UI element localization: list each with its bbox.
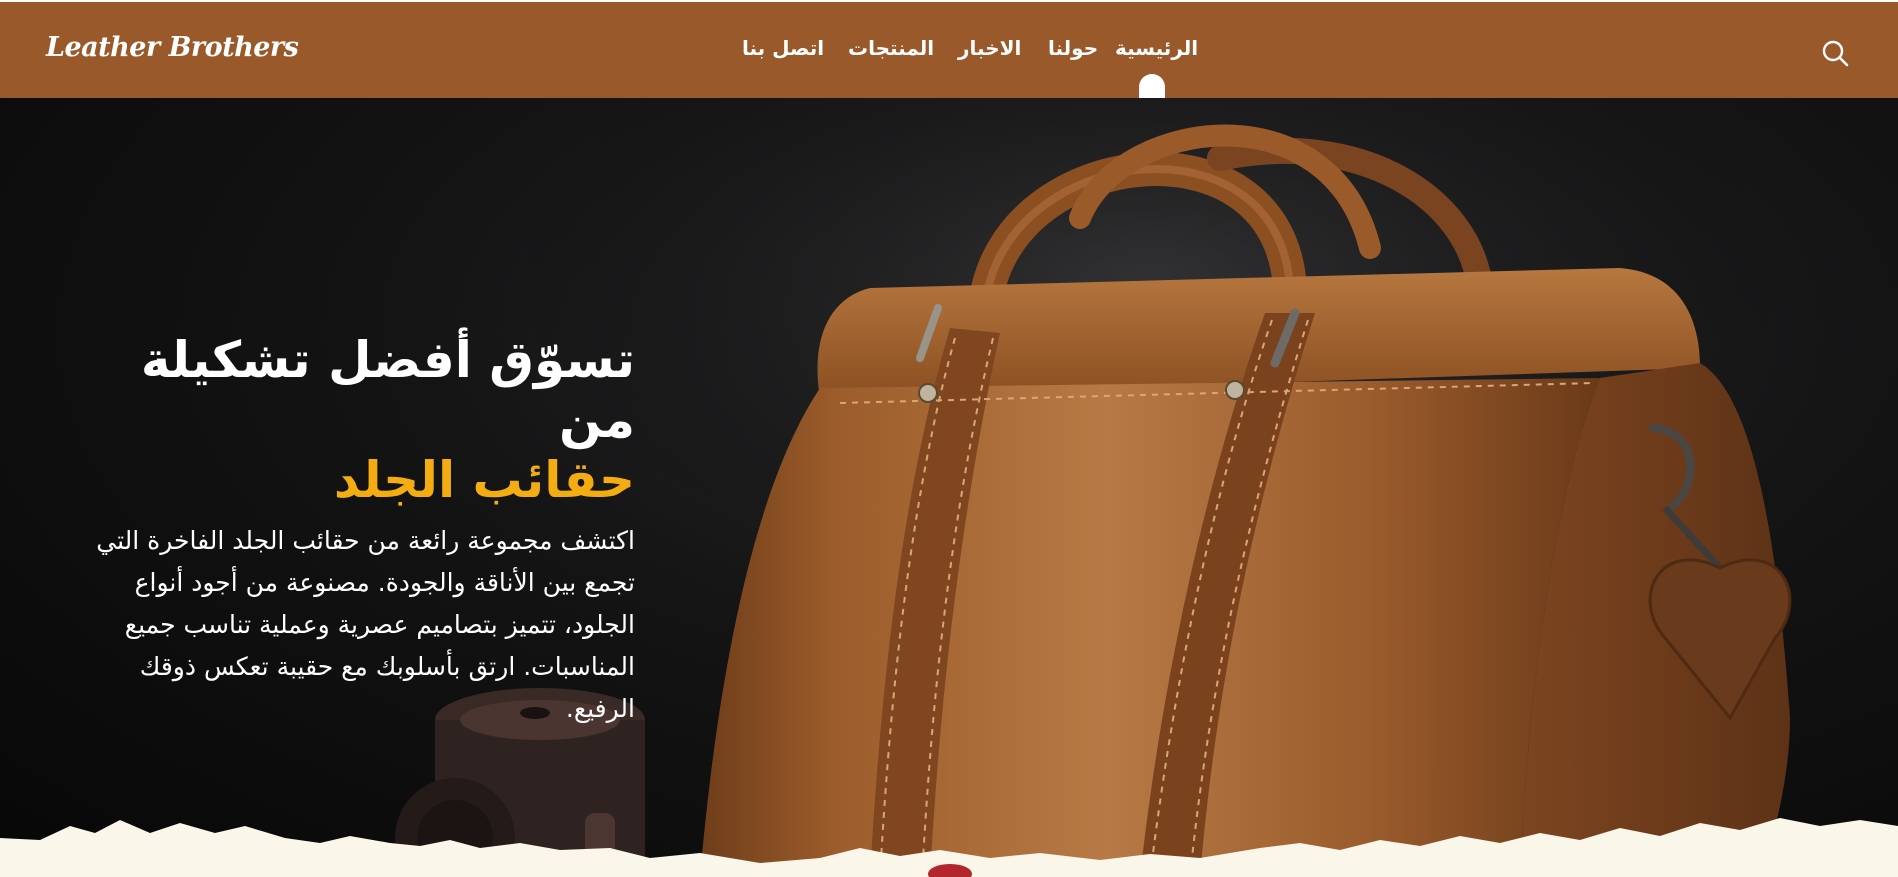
hero-title-highlight: حقائب الجلد <box>333 451 635 509</box>
hero-title: تسوّق أفضل تشكيلة من حقائب الجلد <box>90 330 635 510</box>
nav-item-contact[interactable]: اتصل بنا <box>742 36 824 60</box>
hero-title-line1: تسوّق أفضل تشكيلة من <box>140 331 635 449</box>
nav-item-news[interactable]: الاخبار <box>958 36 1021 60</box>
main-nav: الرئيسية حولنا الاخبار المنتجات اتصل بنا <box>0 36 1898 66</box>
nav-item-home[interactable]: الرئيسية <box>1115 36 1198 60</box>
search-icon <box>1822 40 1849 67</box>
search-button[interactable] <box>1820 38 1850 68</box>
nav-item-about[interactable]: حولنا <box>1048 36 1098 60</box>
active-nav-indicator <box>1139 74 1165 100</box>
hero-description: اكتشف مجموعة رائعة من حقائب الجلد الفاخر… <box>96 526 635 723</box>
hero-text-block: تسوّق أفضل تشكيلة من حقائب الجلد اكتشف م… <box>90 330 635 730</box>
nav-item-products[interactable]: المنتجات <box>848 36 934 60</box>
hero-section: تسوّق أفضل تشكيلة من حقائب الجلد اكتشف م… <box>0 98 1898 877</box>
top-navbar: Leather Brothers الرئيسية حولنا الاخبار … <box>0 0 1898 100</box>
